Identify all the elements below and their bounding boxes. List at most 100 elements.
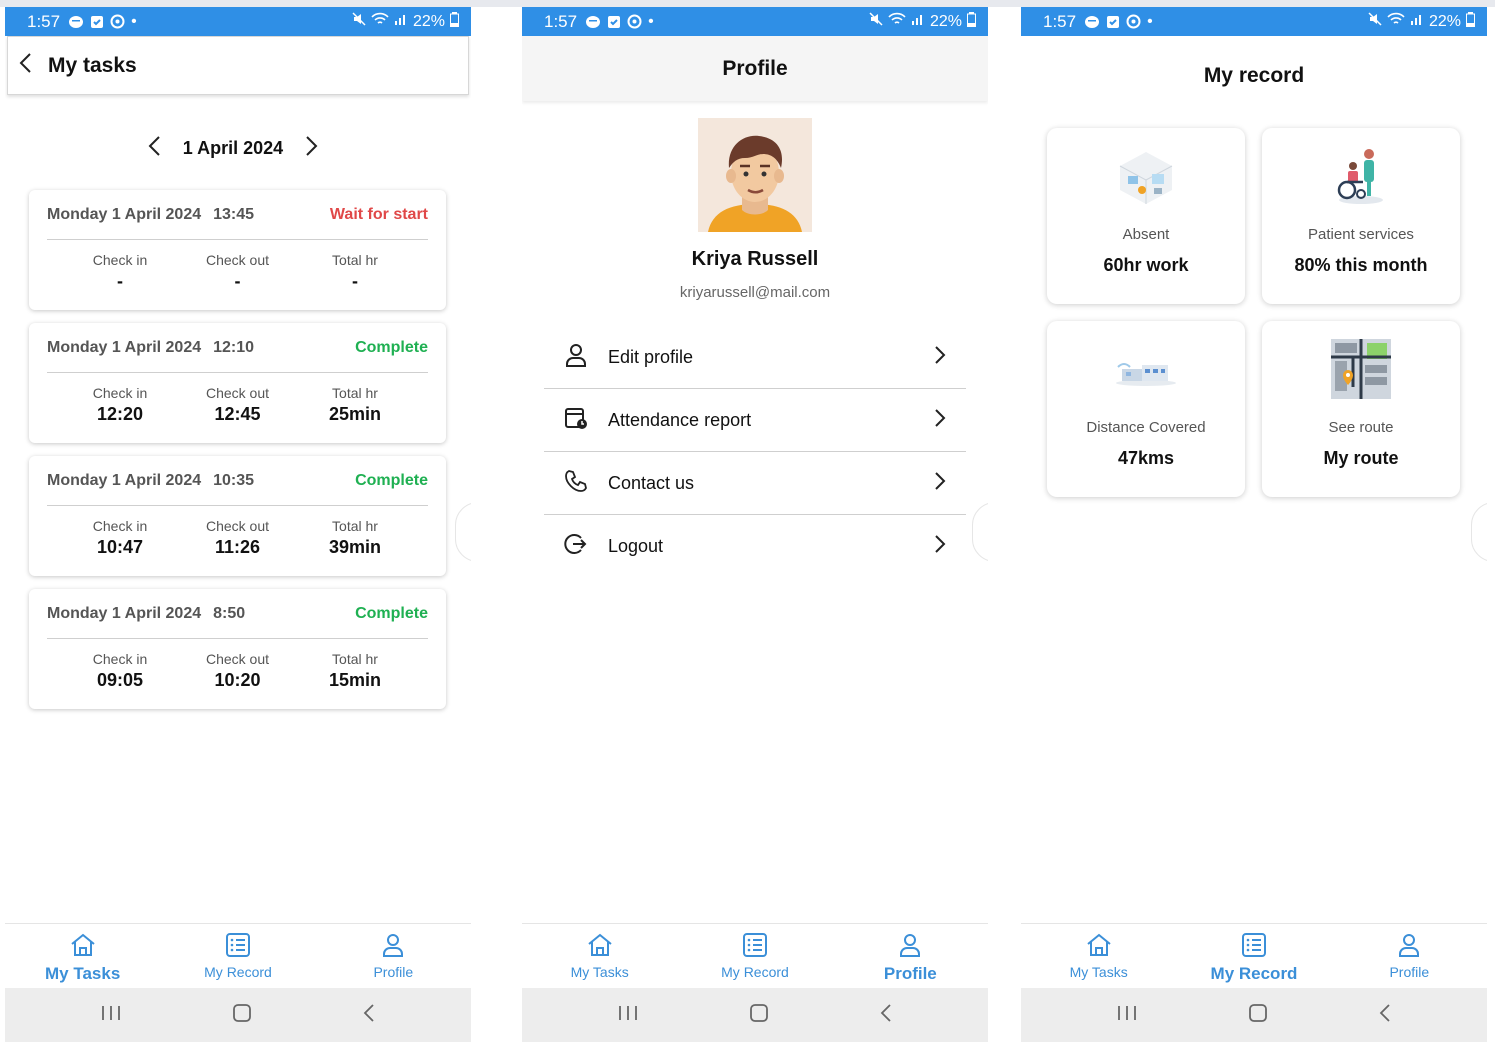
profile-email: kriyarussell@mail.com bbox=[679, 284, 831, 301]
edge-panel-handle[interactable] bbox=[972, 502, 988, 562]
checkout-label: Check out bbox=[205, 252, 270, 268]
task-time: 8:50 bbox=[213, 604, 246, 622]
back-arrow-icon[interactable] bbox=[18, 52, 32, 79]
checkout-label: Check out bbox=[205, 651, 270, 667]
nav-my-record[interactable]: My Record bbox=[677, 924, 832, 988]
list-icon bbox=[741, 932, 769, 961]
task-card[interactable]: Monday 1 April 2024 8:50 Complete Check i… bbox=[29, 589, 446, 709]
nav-profile[interactable]: Profile bbox=[316, 924, 471, 988]
status-bar: 1:57 • 22% bbox=[5, 7, 471, 36]
recents-icon[interactable] bbox=[1116, 1004, 1138, 1027]
record-card-patient-services[interactable]: Patient services 80% this month bbox=[1262, 128, 1460, 304]
top-border bbox=[0, 0, 1495, 7]
menu-item-contact-us[interactable]: Contact us bbox=[544, 452, 966, 515]
checkbox-icon bbox=[607, 15, 621, 29]
battery-icon bbox=[1466, 11, 1475, 32]
signal-icon bbox=[1410, 12, 1424, 31]
nav-profile[interactable]: Profile bbox=[1332, 924, 1487, 988]
status-bar: 1:57 • 22% bbox=[522, 7, 988, 36]
wifi-icon bbox=[888, 12, 906, 31]
next-date-button[interactable] bbox=[305, 135, 319, 162]
bottom-nav: My Tasks My Record Profile bbox=[522, 923, 988, 988]
profile-name: Kriya Russell bbox=[691, 248, 819, 270]
checkin-value: - bbox=[117, 271, 123, 291]
home-button-icon[interactable] bbox=[1248, 1003, 1268, 1028]
total-value: 39min bbox=[328, 537, 382, 557]
checkout-label: Check out bbox=[205, 518, 270, 534]
total-label: Total hr bbox=[332, 252, 378, 268]
status-bar: 1:57 • 22% bbox=[1021, 7, 1487, 36]
nav-label: My Tasks bbox=[1069, 964, 1128, 980]
task-day: Monday 1 April 2024 bbox=[47, 205, 202, 223]
nav-label: My Record bbox=[204, 964, 272, 980]
nav-my-tasks[interactable]: My Tasks bbox=[5, 924, 160, 988]
task-card[interactable]: Monday 1 April 2024 12:10 Complete Check … bbox=[29, 323, 446, 443]
nav-my-record[interactable]: My Record bbox=[1176, 924, 1331, 988]
edge-panel-handle[interactable] bbox=[455, 502, 471, 562]
message-icon bbox=[68, 15, 84, 29]
menu-item-label: Contact us bbox=[608, 472, 695, 493]
bottom-nav: My Tasks My Record Profile bbox=[1021, 923, 1487, 988]
nav-my-record[interactable]: My Record bbox=[160, 924, 315, 988]
nav-profile[interactable]: Profile bbox=[833, 924, 988, 988]
record-value: 60hr work bbox=[1103, 255, 1189, 275]
recents-icon[interactable] bbox=[100, 1004, 122, 1027]
status-time: 1:57 bbox=[27, 11, 61, 31]
record-card-distance-covered[interactable]: Distance Covered 47kms bbox=[1047, 321, 1245, 497]
page-title: My tasks bbox=[48, 53, 137, 77]
record-value: 80% this month bbox=[1294, 255, 1428, 275]
signal-icon bbox=[394, 12, 408, 31]
nav-label: My Tasks bbox=[45, 964, 121, 983]
task-card-header: Monday 1 April 2024 12:10 Complete bbox=[47, 323, 428, 373]
battery-text: 22% bbox=[929, 12, 962, 30]
record-label: Distance Covered bbox=[1086, 419, 1206, 436]
menu-item-logout[interactable]: Logout bbox=[544, 515, 966, 578]
record-label: Absent bbox=[1122, 226, 1170, 243]
system-nav-bar bbox=[5, 988, 471, 1042]
task-card-header: Monday 1 April 2024 10:35 Complete bbox=[47, 456, 428, 506]
dot-icon: • bbox=[1147, 12, 1153, 30]
task-card-header: Monday 1 April 2024 13:45 Wait for start bbox=[47, 190, 428, 240]
recents-icon[interactable] bbox=[617, 1004, 639, 1027]
back-nav-icon[interactable] bbox=[362, 1003, 376, 1028]
nav-my-tasks[interactable]: My Tasks bbox=[1021, 924, 1176, 988]
task-card[interactable]: Monday 1 April 2024 10:35 Complete Check … bbox=[29, 456, 446, 576]
nav-label: Profile bbox=[373, 964, 414, 980]
task-day: Monday 1 April 2024 bbox=[47, 338, 202, 356]
battery-text: 22% bbox=[412, 12, 445, 30]
menu-item-label: Attendance report bbox=[608, 409, 752, 430]
chevron-right-icon bbox=[934, 534, 946, 559]
home-button-icon[interactable] bbox=[232, 1003, 252, 1028]
prev-date-button[interactable] bbox=[147, 135, 161, 162]
battery-text: 22% bbox=[1428, 12, 1461, 30]
system-nav-bar bbox=[522, 988, 988, 1042]
back-nav-icon[interactable] bbox=[1378, 1003, 1392, 1028]
menu-item-label: Edit profile bbox=[608, 346, 694, 367]
edge-panel-handle[interactable] bbox=[1471, 502, 1487, 562]
checkbox-icon bbox=[1106, 15, 1120, 29]
status-badge: Complete bbox=[355, 604, 428, 622]
record-card-absent[interactable]: Absent 60hr work bbox=[1047, 128, 1245, 304]
task-time: 10:35 bbox=[213, 471, 255, 489]
home-icon bbox=[69, 932, 97, 961]
chevron-right-icon bbox=[934, 408, 946, 433]
checkout-value: - bbox=[234, 271, 241, 291]
nav-my-tasks[interactable]: My Tasks bbox=[522, 924, 677, 988]
back-nav-icon[interactable] bbox=[879, 1003, 893, 1028]
checkout-label: Check out bbox=[205, 385, 270, 401]
mute-icon bbox=[352, 12, 366, 31]
menu-item-attendance-report[interactable]: Attendance report bbox=[544, 389, 966, 452]
record-card-see-route[interactable]: See route My route bbox=[1262, 321, 1460, 497]
task-day: Monday 1 April 2024 bbox=[47, 604, 202, 622]
task-card[interactable]: Monday 1 April 2024 13:45 Wait for start … bbox=[29, 190, 446, 310]
status-badge: Wait for start bbox=[329, 205, 428, 223]
status-badge: Complete bbox=[355, 471, 428, 489]
my-tasks-screen: 1:57 • 22% My tasks 1 April 2024 Monday … bbox=[5, 7, 471, 1042]
checkbox-icon bbox=[90, 15, 104, 29]
home-button-icon[interactable] bbox=[749, 1003, 769, 1028]
sync-icon bbox=[627, 14, 642, 29]
nav-label: My Tasks bbox=[570, 964, 629, 980]
phone-icon bbox=[564, 469, 588, 498]
menu-item-edit-profile[interactable]: Edit profile bbox=[544, 326, 966, 389]
total-value: 25min bbox=[328, 404, 382, 424]
